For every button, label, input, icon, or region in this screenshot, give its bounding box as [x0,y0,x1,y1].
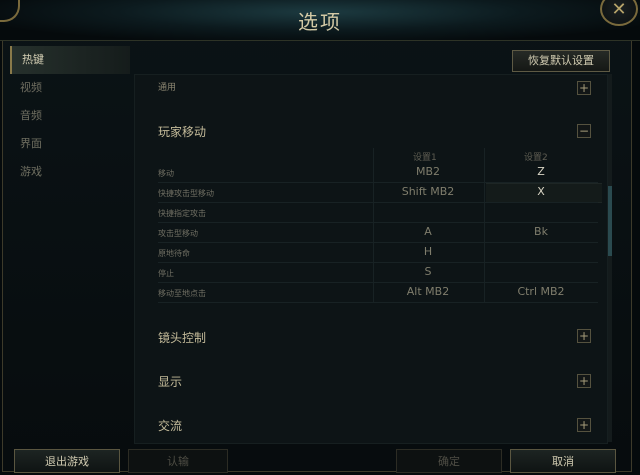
sidebar-item-audio[interactable]: 音频 [10,102,130,130]
row-divider [158,302,598,303]
plus-icon: + [578,374,590,388]
section-communication[interactable]: 交流 [158,417,182,434]
section-camera[interactable]: 镜头控制 [158,329,206,346]
expand-camera-button[interactable]: + [577,329,591,343]
row-divider [158,282,598,283]
plus-icon: + [578,81,590,95]
hotkey-label-quick-target-attack: 快捷指定攻击 [158,209,206,218]
surrender-button[interactable]: 认输 [128,449,228,473]
expand-display-button[interactable]: + [577,374,591,388]
section-general[interactable]: 通用 [158,80,176,93]
hotkey-move-setting-2[interactable]: Z [486,165,596,178]
hotkey-label-stop: 停止 [158,269,174,278]
window-title: 选项 [298,10,342,34]
scrollbar[interactable] [608,74,612,442]
column-setting-2: 设置2 [524,153,548,163]
row-divider [158,242,598,243]
plus-icon: + [578,329,590,343]
column-divider [484,148,485,302]
expand-general-button[interactable]: + [577,81,591,95]
close-icon: ✕ [611,0,627,20]
sidebar-item-hotkeys[interactable]: 热键 [10,46,130,74]
hotkey-label-quick-attack-move: 快捷攻击型移动 [158,189,214,198]
hotkey-label-hold: 原地待命 [158,249,190,258]
row-divider [158,202,598,203]
row-divider [158,262,598,263]
sidebar-item-interface[interactable]: 界面 [10,130,130,158]
cancel-button[interactable]: 取消 [510,449,616,473]
hotkey-stop-setting-1[interactable]: S [373,265,483,278]
sidebar-item-video[interactable]: 视频 [10,74,130,102]
hotkey-label-attack-move: 攻击型移动 [158,229,198,238]
row-divider [158,182,598,183]
column-setting-1: 设置1 [413,153,437,163]
ok-button[interactable]: 确定 [396,449,502,473]
plus-icon: + [578,418,590,432]
hotkey-hold-setting-1[interactable]: H [373,245,483,258]
hotkey-quick-attack-move-setting-2[interactable]: X [486,185,596,198]
hotkey-quick-attack-move-setting-1[interactable]: Shift MB2 [373,185,483,198]
sidebar-item-game[interactable]: 游戏 [10,158,130,186]
hotkey-move-to-click-setting-1[interactable]: Alt MB2 [373,285,483,298]
row-divider [158,222,598,223]
section-display[interactable]: 显示 [158,373,182,390]
exit-game-button[interactable]: 退出游戏 [14,449,120,473]
sidebar: 热键 视频 音频 界面 游戏 [10,46,130,186]
hotkey-move-to-click-setting-2[interactable]: Ctrl MB2 [486,285,596,298]
hotkey-attack-move-setting-1[interactable]: A [373,225,483,238]
section-player-movement[interactable]: 玩家移动 [158,123,206,140]
hotkey-move-setting-1[interactable]: MB2 [373,165,483,178]
scrollbar-thumb[interactable] [608,186,612,256]
hotkey-label-move: 移动 [158,169,174,178]
collapse-player-movement-button[interactable]: − [577,124,591,138]
expand-communication-button[interactable]: + [577,418,591,432]
hotkey-label-move-to-click: 移动至地点击 [158,289,206,298]
hotkey-attack-move-setting-2[interactable]: Bk [486,225,596,238]
minus-icon: − [578,124,590,138]
reset-defaults-button[interactable]: 恢复默认设置 [512,50,610,72]
